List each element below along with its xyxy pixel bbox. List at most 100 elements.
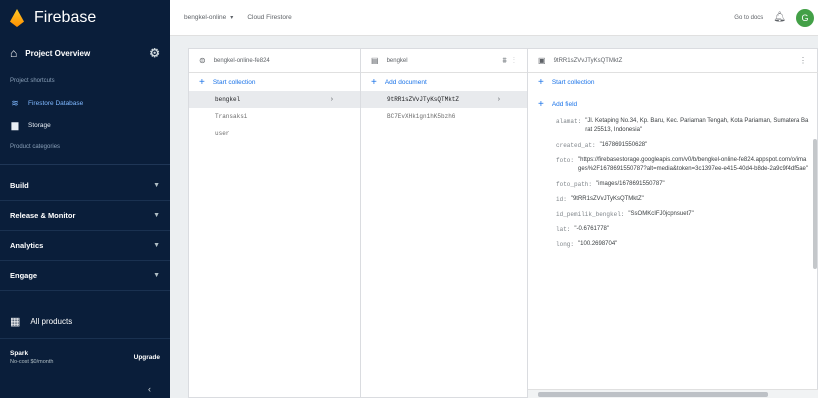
field-row[interactable]: id: "9tRR1sZVvJTyKsQTMktZ": [556, 195, 818, 204]
action-label: Add field: [551, 100, 578, 108]
plan-info: Spark No-cost $0/month Upgrade: [0, 338, 170, 376]
add-document-button[interactable]: + Add document: [361, 73, 527, 91]
collection-icon: ▤: [371, 56, 379, 65]
sidebar-item-label: Firestore Database: [28, 99, 84, 107]
chevron-down-icon: ▼: [153, 242, 160, 249]
field-key: lat:: [556, 226, 571, 233]
chevron-down-icon: ▼: [153, 212, 160, 219]
collection-row[interactable]: user: [189, 125, 360, 142]
group-analytics[interactable]: Analytics ▼: [0, 231, 170, 261]
field-value: "Jl. Ketaping No.34, Kp. Baru, Kec. Pari…: [585, 118, 809, 133]
upgrade-button[interactable]: Upgrade: [134, 354, 160, 361]
divider: [0, 164, 170, 165]
field-value: "-0.6761778": [574, 226, 610, 232]
document-id: 9tRR1sZVvJTyKsQTMktZ: [387, 96, 460, 103]
collapse-sidebar-icon[interactable]: ‹: [148, 384, 151, 394]
group-release-monitor[interactable]: Release & Monitor ▼: [0, 201, 170, 231]
document-panel: ▣ 9tRR1sZVvJTyKsQTMktZ ⋮ + Start collect…: [528, 49, 818, 398]
add-field-button[interactable]: + Add field: [528, 95, 818, 113]
project-name: bengkel-online: [184, 14, 227, 21]
field-key: foto:: [556, 157, 575, 164]
chevron-right-icon: ›: [496, 95, 501, 104]
top-right-actions: Go to docs 🔔︎ G: [734, 8, 814, 27]
grid-icon: ▦: [10, 315, 21, 328]
field-key: created_at:: [556, 142, 596, 149]
field-key: alamat:: [556, 118, 582, 125]
collection-panel-header: ▤ bengkel ⩩ ⋮: [361, 49, 527, 73]
field-row[interactable]: foto_path: "images/1678691550787": [556, 180, 818, 189]
bell-icon[interactable]: 🔔︎: [773, 12, 786, 23]
field-list: alamat: "Jl. Ketaping No.34, Kp. Baru, K…: [528, 113, 818, 249]
top-bar: bengkel-online ▾ Cloud Firestore Go to do…: [170, 0, 818, 36]
document-row[interactable]: 9tRR1sZVvJTyKsQTMktZ ›: [361, 91, 527, 108]
vertical-scrollbar[interactable]: [813, 139, 817, 269]
field-row[interactable]: created_at: "1678691550628": [556, 141, 818, 150]
field-row[interactable]: foto: "https://firebasestorage.googleapi…: [556, 156, 818, 174]
project-overview[interactable]: ⌂ Project Overview ⚙: [0, 36, 170, 70]
chevron-down-icon: ▼: [153, 182, 160, 189]
all-products[interactable]: ▦ All products: [0, 301, 170, 341]
collection-row[interactable]: bengkel ›: [189, 91, 360, 108]
field-row[interactable]: alamat: "Jl. Ketaping No.34, Kp. Baru, K…: [556, 117, 818, 135]
field-value: "100.2698704": [578, 241, 618, 247]
field-value: "SsOMKcIFJ0jcpnsuet7": [628, 211, 694, 217]
collection-title: bengkel: [386, 57, 408, 64]
collection-panel: ▤ bengkel ⩩ ⋮ + Add document 9tRR1sZVvJT…: [361, 49, 528, 398]
breadcrumb-product[interactable]: Cloud Firestore: [247, 14, 291, 21]
group-label: Analytics: [10, 241, 44, 250]
plus-icon: +: [538, 76, 544, 88]
field-row[interactable]: lat: "-0.6761778": [556, 225, 818, 234]
horizontal-scrollbar[interactable]: [528, 389, 818, 398]
firebase-logo-icon: [10, 9, 24, 27]
all-products-label: All products: [30, 316, 73, 326]
field-key: id:: [556, 196, 567, 203]
start-subcollection-button[interactable]: + Start collection: [528, 73, 818, 91]
more-vert-icon[interactable]: ⋮: [799, 56, 809, 65]
home-icon: ⌂: [10, 46, 18, 60]
action-label: Add document: [384, 78, 427, 86]
field-row[interactable]: long: "100.2698704": [556, 240, 818, 249]
plan-desc: No-cost $0/month: [10, 359, 54, 365]
field-key: foto_path:: [556, 181, 593, 188]
document-panel-header: ▣ 9tRR1sZVvJTyKsQTMktZ ⋮: [528, 49, 818, 73]
collection-row[interactable]: Transaksi: [189, 108, 360, 125]
plus-icon: +: [371, 76, 377, 88]
document-id: BC7EvXHk1gn1hK5bzh6: [387, 113, 456, 120]
group-label: Engage: [10, 271, 38, 280]
field-value: "1678691550628": [599, 142, 648, 148]
database-icon: ⊜: [199, 56, 206, 65]
group-engage[interactable]: Engage ▼: [0, 261, 170, 291]
document-title: 9tRR1sZVvJTyKsQTMktZ: [553, 57, 623, 64]
sidebar-item-firestore[interactable]: ≋ Firestore Database: [0, 92, 170, 114]
start-collection-button[interactable]: + Start collection: [189, 73, 360, 91]
document-row[interactable]: BC7EvXHk1gn1hK5bzh6: [361, 108, 527, 125]
document-icon: ▣: [538, 56, 546, 65]
firebase-brand[interactable]: Firebase: [0, 0, 170, 36]
action-label: Start collection: [212, 78, 256, 86]
field-row[interactable]: id_pemilik_bengkel: "SsOMKcIFJ0jcpnsuet7…: [556, 210, 818, 219]
chevron-right-icon: ›: [329, 95, 334, 104]
filter-icon[interactable]: ⩩ ⋮: [503, 56, 518, 66]
scrollbar-thumb[interactable]: [538, 392, 768, 397]
plus-icon: +: [538, 98, 544, 110]
group-label: Release & Monitor: [10, 211, 76, 220]
product-categories-label: Product categories: [10, 144, 61, 150]
firestore-data-viewer: ⊜ bengkel-online-fe824 + Start collectio…: [188, 48, 818, 398]
go-to-docs-link[interactable]: Go to docs: [734, 15, 763, 21]
firestore-icon: ≋: [11, 97, 19, 108]
plan-name: Spark: [10, 350, 29, 357]
avatar[interactable]: G: [796, 8, 814, 27]
field-key: id_pemilik_bengkel:: [556, 211, 625, 218]
sidebar: Firebase ⌂ Project Overview ⚙ Project sh…: [0, 0, 170, 398]
collection-name: Transaksi: [215, 113, 248, 120]
field-value: "https://firebasestorage.googleapis.com/…: [578, 157, 808, 172]
sidebar-item-storage[interactable]: ▆ Storage: [0, 114, 170, 136]
action-label: Start collection: [551, 78, 595, 86]
plus-icon: +: [199, 76, 205, 88]
gear-icon[interactable]: ⚙: [149, 46, 160, 60]
field-value: "images/1678691550787": [596, 181, 665, 187]
project-overview-label: Project Overview: [25, 48, 91, 58]
project-selector[interactable]: bengkel-online ▾: [184, 14, 233, 21]
chevron-down-icon: ▾: [230, 15, 234, 21]
group-build[interactable]: Build ▼: [0, 171, 170, 201]
